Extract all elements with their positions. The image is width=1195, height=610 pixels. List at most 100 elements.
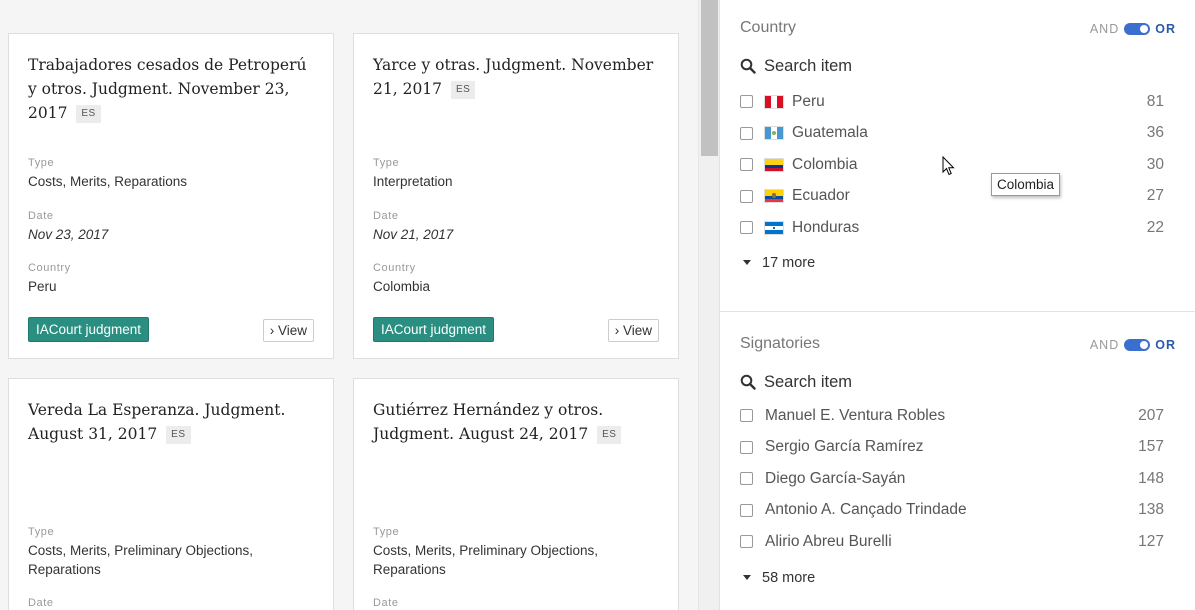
filter-option-signatory[interactable]: Manuel E. Ventura Robles 207	[740, 400, 1176, 432]
option-count: 207	[1138, 406, 1164, 424]
search-icon	[740, 374, 756, 390]
filter-option-guatemala[interactable]: Guatemala 36	[740, 118, 1176, 150]
card-country: Country Colombia	[373, 262, 659, 296]
filter-option-colombia[interactable]: Colombia 30	[740, 149, 1176, 181]
mouse-cursor-icon	[942, 156, 955, 176]
search-icon	[740, 58, 756, 74]
toggle-switch[interactable]	[1124, 23, 1151, 35]
option-label: Alirio Abreu Burelli	[765, 532, 892, 550]
filter-sidebar: Country AND OR Peru 81 Guatemala 36	[719, 0, 1195, 610]
card-country: Country Peru	[28, 262, 314, 296]
hover-tooltip: Colombia	[991, 173, 1061, 196]
option-label: Ecuador	[792, 187, 850, 205]
document-type-tag[interactable]: IACourt judgment	[373, 317, 495, 342]
language-badge: ES	[450, 81, 476, 99]
honduras-flag-icon	[765, 221, 783, 234]
filter-option-signatory[interactable]: Antonio A. Cançado Trindade 138	[740, 495, 1176, 527]
view-button[interactable]: › View	[607, 319, 659, 342]
option-count: 157	[1138, 438, 1164, 456]
checkbox[interactable]	[740, 158, 753, 172]
signatories-filter: Signatories AND OR Manuel E. Ventura Rob…	[720, 311, 1195, 610]
checkbox[interactable]	[740, 189, 753, 203]
type-value: Costs, Merits, Preliminary Objections, R…	[28, 543, 254, 577]
search-box[interactable]	[740, 54, 1176, 78]
show-more-label: 17 more	[762, 254, 816, 271]
results-grid: Trabajadores cesados de Petroperú y otro…	[0, 0, 698, 610]
results-scrollbar[interactable]	[698, 0, 719, 610]
filter-header: Country AND OR	[740, 19, 1176, 39]
option-label: Guatemala	[792, 124, 868, 142]
peru-flag-icon	[765, 95, 783, 108]
option-count: 127	[1138, 532, 1164, 550]
checkbox[interactable]	[740, 95, 753, 109]
checkbox[interactable]	[740, 126, 753, 140]
colombia-flag-icon	[765, 158, 783, 171]
card-title[interactable]: Yarce y otras. Judgment. November 21, 20…	[373, 53, 659, 101]
show-more-button[interactable]: 58 more	[740, 570, 1176, 586]
date-label: Date	[373, 210, 399, 222]
document-type-tag[interactable]: IACourt judgment	[28, 317, 150, 342]
show-more-button[interactable]: 17 more	[740, 255, 1176, 271]
search-input[interactable]	[764, 372, 1064, 392]
filter-option-peru[interactable]: Peru 81	[740, 86, 1176, 118]
ecuador-flag-icon	[765, 190, 783, 203]
option-count: 22	[1146, 218, 1164, 236]
card-title[interactable]: Trabajadores cesados de Petroperú y otro…	[28, 53, 314, 125]
scrollbar-thumb[interactable]	[701, 0, 718, 156]
card-date: Date	[373, 597, 659, 610]
filter-option-signatory[interactable]: Sergio García Ramírez 157	[740, 432, 1176, 464]
result-card[interactable]: Gutiérrez Hernández y otros. Judgment. A…	[353, 378, 679, 610]
checkbox[interactable]	[740, 409, 753, 423]
card-date: Date Nov 23, 2017	[28, 210, 314, 244]
option-count: 138	[1138, 501, 1164, 519]
type-value: Costs, Merits, Reparations	[28, 174, 188, 189]
show-more-label: 58 more	[762, 569, 816, 586]
filter-option-honduras[interactable]: Honduras 22	[740, 212, 1176, 244]
option-label: Manuel E. Ventura Robles	[765, 406, 946, 424]
filter-option-signatory[interactable]: Alirio Abreu Burelli 127	[740, 526, 1176, 558]
option-label: Peru	[792, 92, 825, 110]
signatory-options: Manuel E. Ventura Robles 207 Sergio Garc…	[740, 400, 1176, 558]
type-label: Type	[373, 526, 400, 538]
language-badge: ES	[597, 426, 622, 444]
checkbox[interactable]	[740, 221, 753, 235]
option-label: Diego García-Sayán	[765, 469, 906, 487]
checkbox[interactable]	[740, 440, 753, 454]
card-title[interactable]: Vereda La Esperanza. Judgment. August 31…	[28, 398, 314, 446]
filter-option-signatory[interactable]: Diego García-Sayán 148	[740, 463, 1176, 495]
date-value: Nov 23, 2017	[28, 227, 109, 242]
search-input[interactable]	[764, 56, 1064, 76]
checkbox[interactable]	[740, 503, 753, 517]
country-label: Country	[28, 262, 71, 274]
date-label: Date	[28, 597, 54, 609]
option-count: 81	[1146, 92, 1164, 110]
option-count: 30	[1146, 155, 1164, 173]
search-box[interactable]	[740, 370, 1176, 394]
result-card[interactable]: Trabajadores cesados de Petroperú y otro…	[8, 33, 334, 359]
filter-title: Signatories	[740, 335, 821, 352]
result-card[interactable]: Vereda La Esperanza. Judgment. August 31…	[8, 378, 334, 610]
filter-title: Country	[740, 19, 797, 36]
option-count: 148	[1138, 469, 1164, 487]
language-badge: ES	[166, 426, 191, 444]
toggle-switch[interactable]	[1124, 339, 1151, 351]
checkbox[interactable]	[740, 535, 753, 549]
option-label: Honduras	[792, 218, 860, 236]
type-value: Interpretation	[373, 174, 453, 189]
filter-option-ecuador[interactable]: Ecuador 27	[740, 181, 1176, 213]
option-count: 36	[1146, 124, 1164, 142]
caret-down-icon	[743, 575, 751, 580]
card-type: Type Costs, Merits, Preliminary Objectio…	[373, 526, 659, 579]
option-label: Colombia	[792, 155, 858, 173]
and-or-toggle[interactable]: AND OR	[1090, 22, 1176, 36]
card-title[interactable]: Gutiérrez Hernández y otros. Judgment. A…	[373, 398, 659, 446]
and-or-toggle[interactable]: AND OR	[1090, 338, 1176, 352]
filter-header: Signatories AND OR	[740, 335, 1176, 355]
view-button[interactable]: › View	[262, 319, 314, 342]
checkbox[interactable]	[740, 472, 753, 486]
date-value: Nov 21, 2017	[373, 227, 454, 242]
card-date: Date Nov 21, 2017	[373, 210, 659, 244]
date-label: Date	[28, 210, 54, 222]
date-label: Date	[373, 597, 399, 609]
result-card[interactable]: Yarce y otras. Judgment. November 21, 20…	[353, 33, 679, 359]
